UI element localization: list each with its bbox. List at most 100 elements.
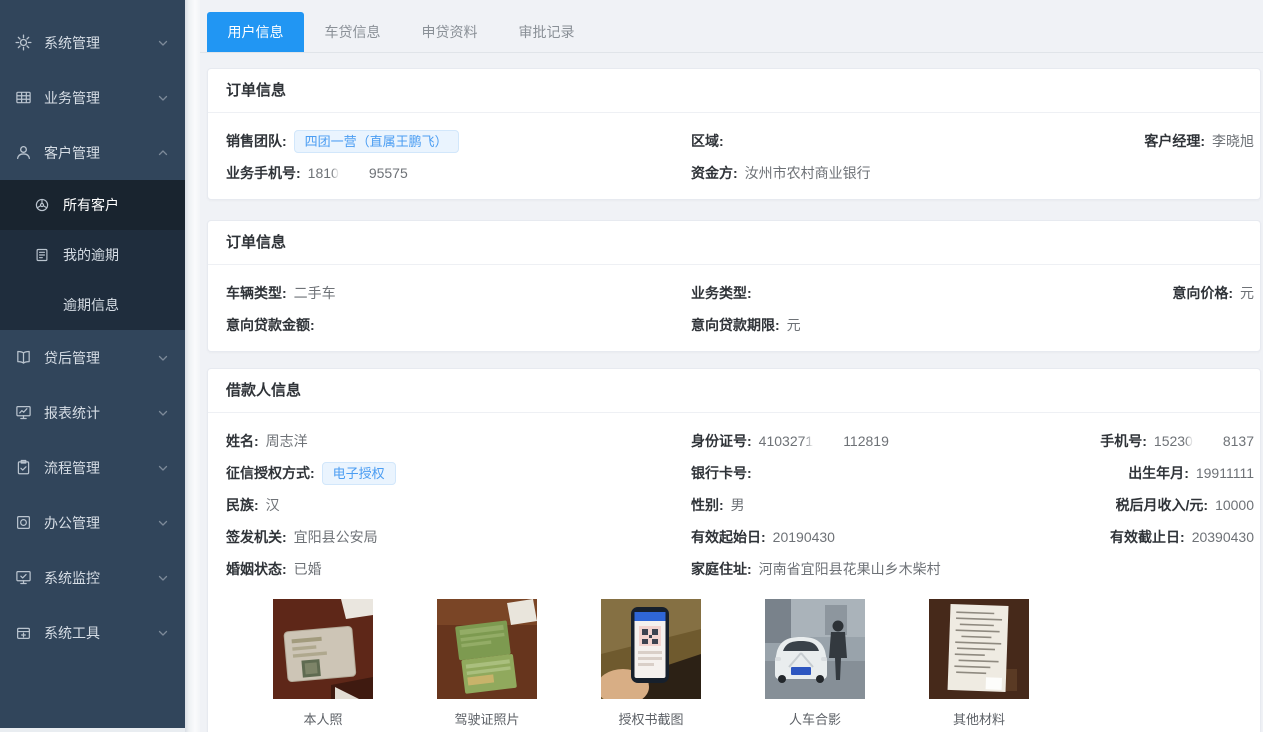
field-ethnicity: 民族汉	[226, 495, 691, 515]
card-title: 订单信息	[208, 221, 1260, 265]
book-icon	[14, 349, 32, 367]
field-value: 汉	[266, 497, 280, 513]
field-label: 业务类型	[691, 285, 759, 301]
field-id-number: 身份证号4103271112819	[691, 431, 1100, 451]
photo-row: 本人照 驾驶证照片 授权书截图 人车合影 其他材料	[226, 585, 1254, 728]
drivers-license-photo[interactable]: 驾驶证照片	[437, 599, 537, 728]
chevron-down-icon	[157, 407, 169, 419]
field-row: 销售团队四团一营（直属王鹏飞）区域客户经理李晓旭	[226, 125, 1254, 157]
photo-thumbnail[interactable]	[437, 599, 537, 699]
field-intent-loan-term: 意向贷款期限元	[691, 315, 1254, 335]
field-home-address: 家庭住址河南省宜阳县花果山乡木柴村	[691, 559, 1254, 579]
person-car-photo[interactable]: 人车合影	[765, 599, 865, 728]
sidebar-item-system-mgmt[interactable]: 系统管理	[0, 15, 185, 70]
gear-icon	[14, 34, 32, 52]
photo-thumbnail[interactable]	[273, 599, 373, 699]
blur-mask	[1193, 433, 1223, 448]
sidebar-item-system-tools[interactable]: 系统工具	[0, 605, 185, 660]
chevron-down-icon	[157, 517, 169, 529]
tab-loan-application-docs[interactable]: 申贷资料	[401, 12, 498, 52]
icon-spacer	[33, 297, 50, 314]
clipboard-icon	[14, 459, 32, 477]
field-value: 元	[1240, 285, 1254, 301]
photo-caption: 本人照	[273, 709, 373, 728]
field-label: 意向价格	[1172, 285, 1240, 301]
photo-caption: 授权书截图	[601, 709, 701, 728]
sidebar: 系统管理 业务管理 客户管理 所有客户 我的逾期 逾期信息 贷后管理 报表统计	[0, 0, 185, 732]
card-title: 借款人信息	[208, 369, 1260, 413]
field-label: 有效起始日	[691, 529, 773, 545]
photo-thumbnail[interactable]	[929, 599, 1029, 699]
tab-car-loan-info[interactable]: 车贷信息	[304, 12, 401, 52]
field-label: 区域	[691, 133, 731, 149]
sidebar-submenu: 所有客户 我的逾期 逾期信息	[0, 180, 185, 330]
field-value: 李晓旭	[1212, 133, 1254, 149]
field-value: 10000	[1215, 497, 1254, 513]
field-issuing-authority: 签发机关宜阳县公安局	[226, 527, 691, 547]
sidebar-item-system-monitor[interactable]: 系统监控	[0, 550, 185, 605]
sidebar-item-my-overdue[interactable]: 我的逾期	[0, 230, 185, 280]
field-value: 152308137	[1154, 433, 1254, 449]
sidebar-item-post-loan-mgmt[interactable]: 贷后管理	[0, 330, 185, 385]
field-value: 已婚	[294, 561, 322, 577]
chart-icon	[14, 404, 32, 422]
chevron-down-icon	[157, 462, 169, 474]
notebook-icon	[33, 247, 50, 264]
box-icon	[14, 624, 32, 642]
field-monthly-income: 税后月收入/元10000	[1116, 495, 1255, 515]
field-label: 有效截止日	[1110, 529, 1192, 545]
field-value: 4103271112819	[759, 433, 889, 449]
field-value: 181095575	[308, 165, 408, 181]
sidebar-item-customer-mgmt[interactable]: 客户管理	[0, 125, 185, 180]
sidebar-item-label: 客户管理	[44, 143, 157, 163]
field-label: 税后月收入/元	[1116, 497, 1216, 513]
photo-caption: 人车合影	[765, 709, 865, 728]
sidebar-menu: 系统管理 业务管理 客户管理 所有客户 我的逾期 逾期信息 贷后管理 报表统计	[0, 0, 185, 660]
sidebar-item-process-mgmt[interactable]: 流程管理	[0, 440, 185, 495]
sidebar-item-office-mgmt[interactable]: 办公管理	[0, 495, 185, 550]
chevron-up-icon	[157, 147, 169, 159]
field-value: 周志洋	[266, 433, 308, 449]
field-label: 银行卡号	[691, 465, 759, 481]
authorization-screenshot[interactable]: 授权书截图	[601, 599, 701, 728]
tag-value: 电子授权	[322, 462, 396, 485]
photo-thumbnail[interactable]	[601, 599, 701, 699]
field-label: 家庭住址	[691, 561, 759, 577]
field-row: 姓名周志洋身份证号4103271112819手机号152308137	[226, 425, 1254, 457]
field-gender: 性别男	[691, 495, 1116, 515]
chevron-down-icon	[157, 92, 169, 104]
id-card-photo[interactable]: 本人照	[273, 599, 373, 728]
field-label: 手机号	[1100, 433, 1154, 449]
other-material-photo[interactable]: 其他材料	[929, 599, 1029, 728]
field-label: 销售团队	[226, 133, 294, 149]
chevron-down-icon	[157, 352, 169, 364]
field-row: 婚姻状态已婚家庭住址河南省宜阳县花果山乡木柴村	[226, 553, 1254, 585]
field-row: 征信授权方式电子授权银行卡号出生年月19911111	[226, 457, 1254, 489]
field-value: 20190430	[773, 529, 835, 545]
field-value: 男	[731, 497, 745, 513]
field-row: 意向贷款金额 意向贷款期限元	[226, 309, 1254, 341]
card-borrower-info: 借款人信息 姓名周志洋身份证号4103271112819手机号152308137…	[207, 368, 1261, 732]
field-business-type: 业务类型	[691, 283, 1172, 303]
tag-value: 四团一营（直属王鹏飞）	[294, 130, 459, 153]
card-title: 订单信息	[208, 69, 1260, 113]
field-value: 宜阳县公安局	[294, 529, 378, 545]
field-label: 意向贷款金额	[226, 317, 322, 333]
tab-approval-records[interactable]: 审批记录	[498, 12, 595, 52]
card-body: 姓名周志洋身份证号4103271112819手机号152308137征信授权方式…	[208, 413, 1260, 732]
field-row: 业务手机号181095575资金方汝州市农村商业银行	[226, 157, 1254, 189]
sidebar-item-report-stats[interactable]: 报表统计	[0, 385, 185, 440]
sidebar-item-label: 报表统计	[44, 403, 157, 423]
sidebar-item-all-customers[interactable]: 所有客户	[0, 180, 185, 230]
photo-thumbnail[interactable]	[765, 599, 865, 699]
tab-user-info[interactable]: 用户信息	[207, 12, 304, 52]
chevron-down-icon	[157, 627, 169, 639]
chevron-down-icon	[157, 572, 169, 584]
sidebar-item-overdue-info[interactable]: 逾期信息	[0, 280, 185, 330]
sidebar-item-label: 逾期信息	[63, 295, 119, 315]
field-label: 征信授权方式	[226, 465, 322, 481]
sidebar-item-label: 办公管理	[44, 513, 157, 533]
field-intent-price: 意向价格元	[1172, 283, 1254, 303]
card-body: 销售团队四团一营（直属王鹏飞）区域客户经理李晓旭业务手机号181095575资金…	[208, 113, 1260, 199]
sidebar-item-business-mgmt[interactable]: 业务管理	[0, 70, 185, 125]
